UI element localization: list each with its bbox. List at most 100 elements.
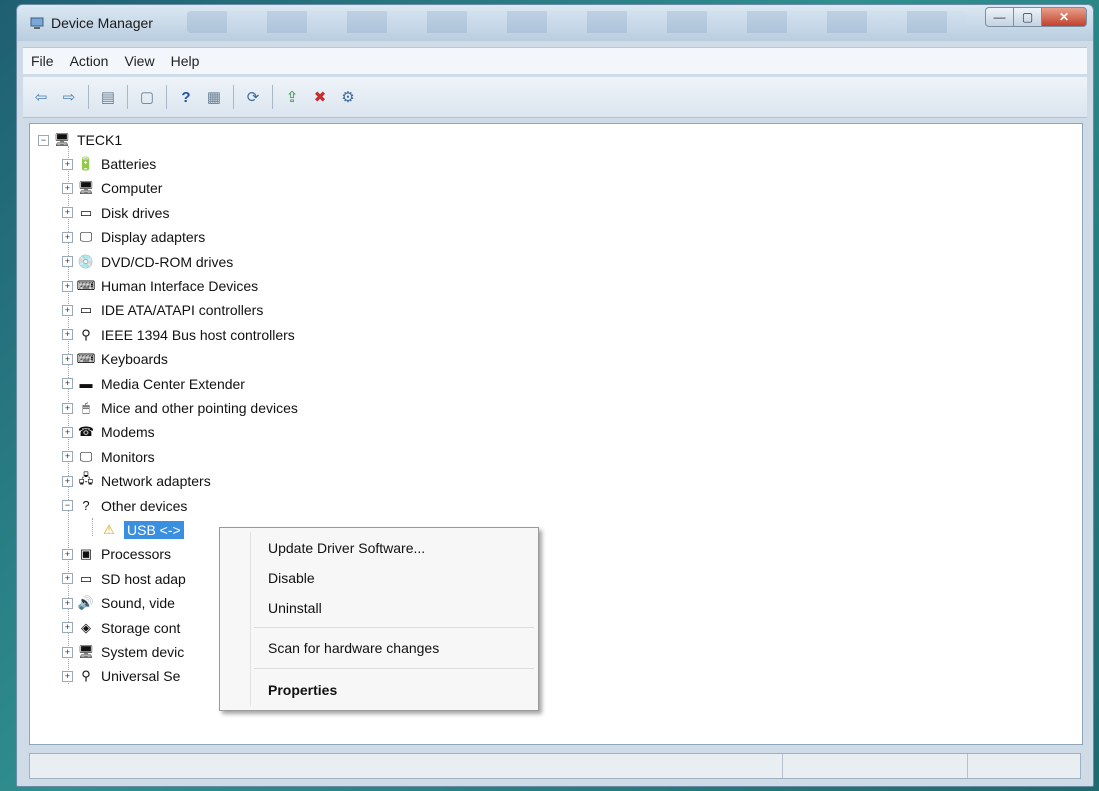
menu-action[interactable]: Action: [62, 53, 117, 69]
ctx-properties[interactable]: Properties: [268, 682, 337, 698]
expand-toggle[interactable]: +: [62, 378, 73, 390]
expand-toggle[interactable]: +: [62, 231, 73, 243]
title-bar-background: [187, 11, 967, 33]
tree-item[interactable]: + ⌨ Keyboards: [62, 347, 168, 371]
collapse-toggle[interactable]: −: [62, 500, 73, 512]
tree-item[interactable]: + 🔊 Sound, vide: [62, 591, 175, 615]
tree-item-label: Media Center Extender: [101, 375, 245, 392]
tree-item[interactable]: + 🔋 Batteries: [62, 152, 156, 176]
tree-item-label: Display adapters: [101, 229, 206, 246]
expand-toggle[interactable]: +: [62, 451, 73, 463]
expand-toggle[interactable]: +: [62, 182, 73, 194]
minimize-button[interactable]: —: [985, 7, 1013, 27]
expand-toggle[interactable]: +: [62, 670, 73, 682]
tree-item[interactable]: + 🖵 Display adapters: [62, 225, 205, 249]
tree-item[interactable]: + 🖥 System devic: [62, 640, 184, 664]
tree-item[interactable]: + ⚲ Universal Se: [62, 664, 180, 688]
toolbar-separator: [166, 85, 167, 109]
tree-item-label: Monitors: [101, 448, 155, 465]
usb-icon: ⚲: [81, 668, 91, 684]
tree-item[interactable]: + ◈ Storage cont: [62, 616, 180, 640]
device-tree[interactable]: − 🖥 TECK1 + 🔋 Batteries + 🖥 Computer + ▭ Disk dr…: [29, 123, 1083, 745]
tree-item[interactable]: + ☎ Modems: [62, 420, 155, 444]
menu-help[interactable]: Help: [163, 53, 208, 69]
tree-item[interactable]: + ⌨ Human Interface Devices: [62, 274, 258, 298]
tree-item[interactable]: + 🖱 Mice and other pointing devices: [62, 396, 298, 420]
tree-item[interactable]: −? Other devices: [62, 494, 187, 518]
tree-item[interactable]: + ▣ Processors: [62, 542, 171, 566]
tree-child-item[interactable]: ⚠ USB <->: [100, 518, 184, 542]
context-menu: Update Driver Software... Disable Uninst…: [219, 527, 539, 711]
tree-root[interactable]: − 🖥 TECK1: [38, 128, 122, 152]
status-cell: [783, 754, 968, 778]
scan-hardware-icon[interactable]: ⟳: [242, 86, 264, 108]
expand-toggle[interactable]: +: [62, 402, 73, 414]
disable-icon[interactable]: ⚙: [337, 86, 359, 108]
tree-item[interactable]: + ▭ IDE ATA/ATAPI controllers: [62, 298, 263, 322]
uninstall-icon[interactable]: ✖: [309, 86, 331, 108]
collapse-toggle[interactable]: −: [38, 134, 49, 146]
tree-item[interactable]: + ▭ SD host adap: [62, 567, 186, 591]
tree-item-label: Human Interface Devices: [101, 278, 259, 294]
tree-item[interactable]: + ▬ Media Center Extender: [62, 372, 245, 396]
tree-item-label: Sound, vide: [101, 595, 175, 612]
console-tree-icon[interactable]: ▤: [97, 86, 119, 108]
expand-toggle[interactable]: +: [62, 158, 73, 170]
tree-item-label: Disk drives: [101, 204, 170, 221]
ctx-uninstall[interactable]: Uninstall: [268, 600, 322, 616]
expand-toggle[interactable]: +: [62, 573, 73, 585]
ctx-update-driver[interactable]: Update Driver Software...: [268, 540, 425, 556]
expand-toggle[interactable]: +: [62, 304, 73, 316]
ide-controller-icon: ▭: [79, 302, 93, 318]
title-bar[interactable]: Device Manager — ▢ ✕: [17, 5, 1093, 41]
close-button[interactable]: ✕: [1041, 7, 1087, 27]
ctx-scan-hardware[interactable]: Scan for hardware changes: [268, 640, 439, 656]
expand-toggle[interactable]: +: [62, 548, 73, 560]
display-adapter-icon: 🖵: [79, 229, 93, 245]
menu-file[interactable]: File: [23, 53, 62, 69]
device-manager-window: Device Manager — ▢ ✕ File Action View He…: [16, 4, 1094, 787]
back-arrow-icon[interactable]: ⇦: [30, 86, 52, 108]
mouse-icon: 🖱: [82, 400, 90, 415]
status-cell: [968, 754, 1080, 778]
disk-drive-icon: ▭: [79, 204, 93, 220]
expand-toggle[interactable]: +: [62, 280, 73, 292]
tree-item[interactable]: + ▭ Disk drives: [62, 201, 169, 225]
tree-root-label: TECK1: [77, 132, 123, 148]
toolbar-separator: [127, 85, 128, 109]
toolbar: ⇦ ⇨ ▤ ▢ ? ▦ ⟳ ⇪ ✖ ⚙: [23, 77, 1087, 118]
expand-toggle[interactable]: +: [62, 646, 73, 658]
sd-host-icon: ▭: [79, 570, 93, 586]
tree-item-label: Other devices: [101, 497, 188, 514]
computer-icon: 🖥: [77, 180, 95, 196]
device-manager-icon: [30, 17, 44, 29]
expand-toggle[interactable]: +: [62, 256, 73, 268]
update-driver-icon[interactable]: ⇪: [281, 86, 303, 108]
tree-item[interactable]: + 🖧 Network adapters: [62, 469, 211, 493]
expand-toggle[interactable]: +: [62, 353, 73, 365]
expand-toggle[interactable]: +: [62, 207, 73, 219]
help-icon[interactable]: ?: [175, 86, 197, 108]
menu-view[interactable]: View: [116, 53, 162, 69]
modem-icon: ☎: [77, 424, 95, 440]
tree-item-label: DVD/CD-ROM drives: [101, 253, 234, 270]
expand-toggle[interactable]: +: [62, 597, 73, 609]
tree-item[interactable]: + ⚲ IEEE 1394 Bus host controllers: [62, 323, 295, 347]
expand-toggle[interactable]: +: [62, 329, 73, 341]
toolbar-separator: [88, 85, 89, 109]
expand-toggle[interactable]: +: [62, 622, 73, 634]
forward-arrow-icon[interactable]: ⇨: [58, 86, 80, 108]
tree-item-label: Storage cont: [101, 619, 181, 636]
tree-item[interactable]: + 💿 DVD/CD-ROM drives: [62, 250, 233, 274]
tree-item[interactable]: + 🖥 Computer: [62, 176, 162, 200]
toolbar-separator: [233, 85, 234, 109]
view-icon[interactable]: ▦: [203, 86, 225, 108]
expand-toggle[interactable]: +: [62, 426, 73, 438]
tree-item-label: Processors: [101, 546, 172, 563]
ctx-disable[interactable]: Disable: [268, 570, 315, 586]
tree-item[interactable]: + 🖵 Monitors: [62, 445, 155, 469]
properties-icon[interactable]: ▢: [136, 86, 158, 108]
maximize-button[interactable]: ▢: [1013, 7, 1041, 27]
expand-toggle[interactable]: +: [62, 475, 73, 487]
system-device-icon: 🖥: [77, 644, 95, 659]
